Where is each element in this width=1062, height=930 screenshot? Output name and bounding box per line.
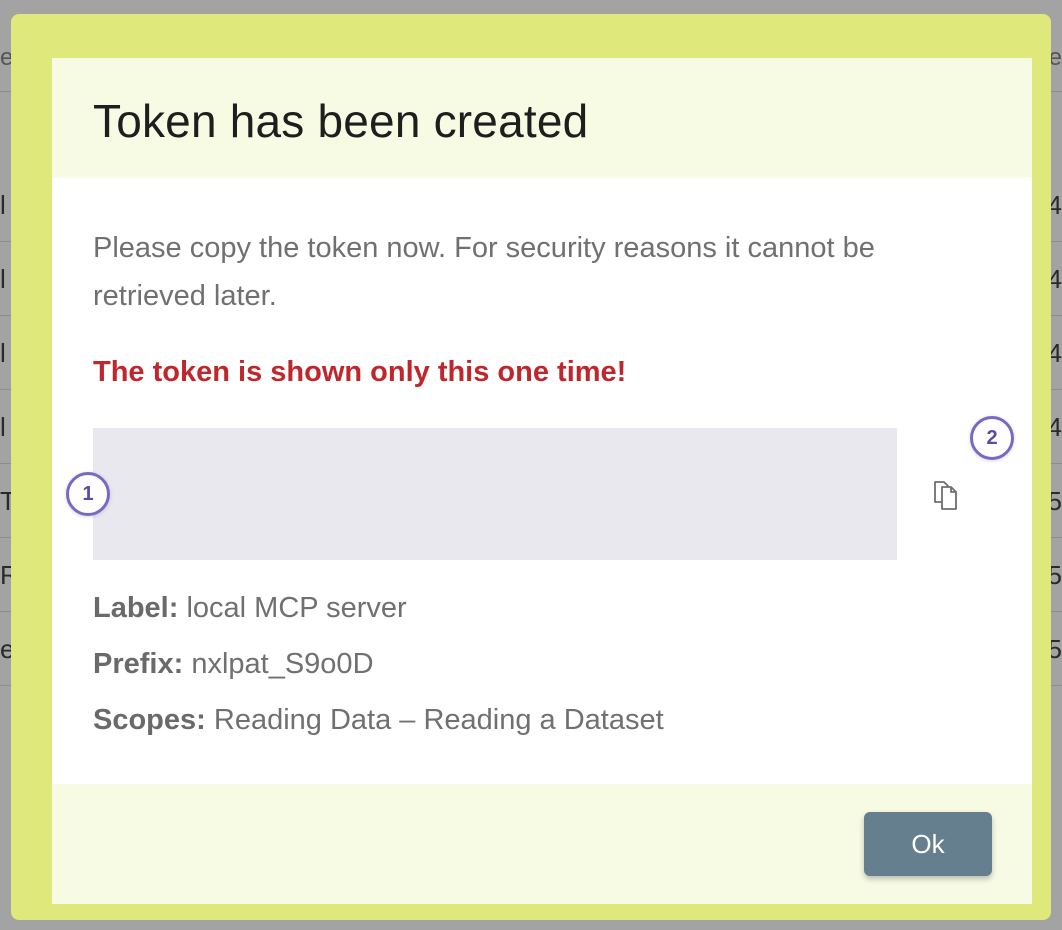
step-badge-2: 2 (970, 416, 1014, 460)
background-cell: l (0, 264, 6, 294)
background-cell: l (0, 412, 6, 442)
label-value: local MCP server (178, 592, 407, 624)
dialog-description: Please copy the token now. For security … (93, 232, 875, 312)
dialog-title: Token has been created (93, 95, 589, 147)
token-created-dialog: Token has been created Please copy the t… (52, 58, 1032, 904)
token-label-line: Label: local MCP server (93, 592, 407, 625)
step-badge-1: 1 (66, 472, 110, 516)
one-time-warning: The token is shown only this one time! (93, 356, 627, 388)
token-value-field[interactable] (93, 428, 897, 560)
ok-button[interactable]: Ok (864, 812, 992, 876)
token-scopes-line: Scopes: Reading Data – Reading a Dataset (93, 704, 664, 737)
prefix-key: Prefix: (93, 648, 184, 680)
scopes-value: Reading Data – Reading a Dataset (205, 704, 664, 736)
copy-token-button[interactable] (926, 474, 968, 516)
label-key: Label: (93, 592, 179, 624)
dialog-header: Token has been created (52, 58, 1032, 178)
dialog-body: Please copy the token now. For security … (52, 178, 1032, 784)
token-prefix-line: Prefix: nxlpat_S9o0D (93, 648, 374, 681)
dialog-footer: Ok (52, 784, 1032, 904)
copy-icon (934, 481, 957, 510)
dialog-highlight-frame: Token has been created Please copy the t… (11, 14, 1051, 920)
prefix-value: nxlpat_S9o0D (183, 648, 374, 680)
background-cell: l (0, 338, 6, 368)
background-cell: l (0, 190, 6, 220)
scopes-key: Scopes: (93, 704, 206, 736)
